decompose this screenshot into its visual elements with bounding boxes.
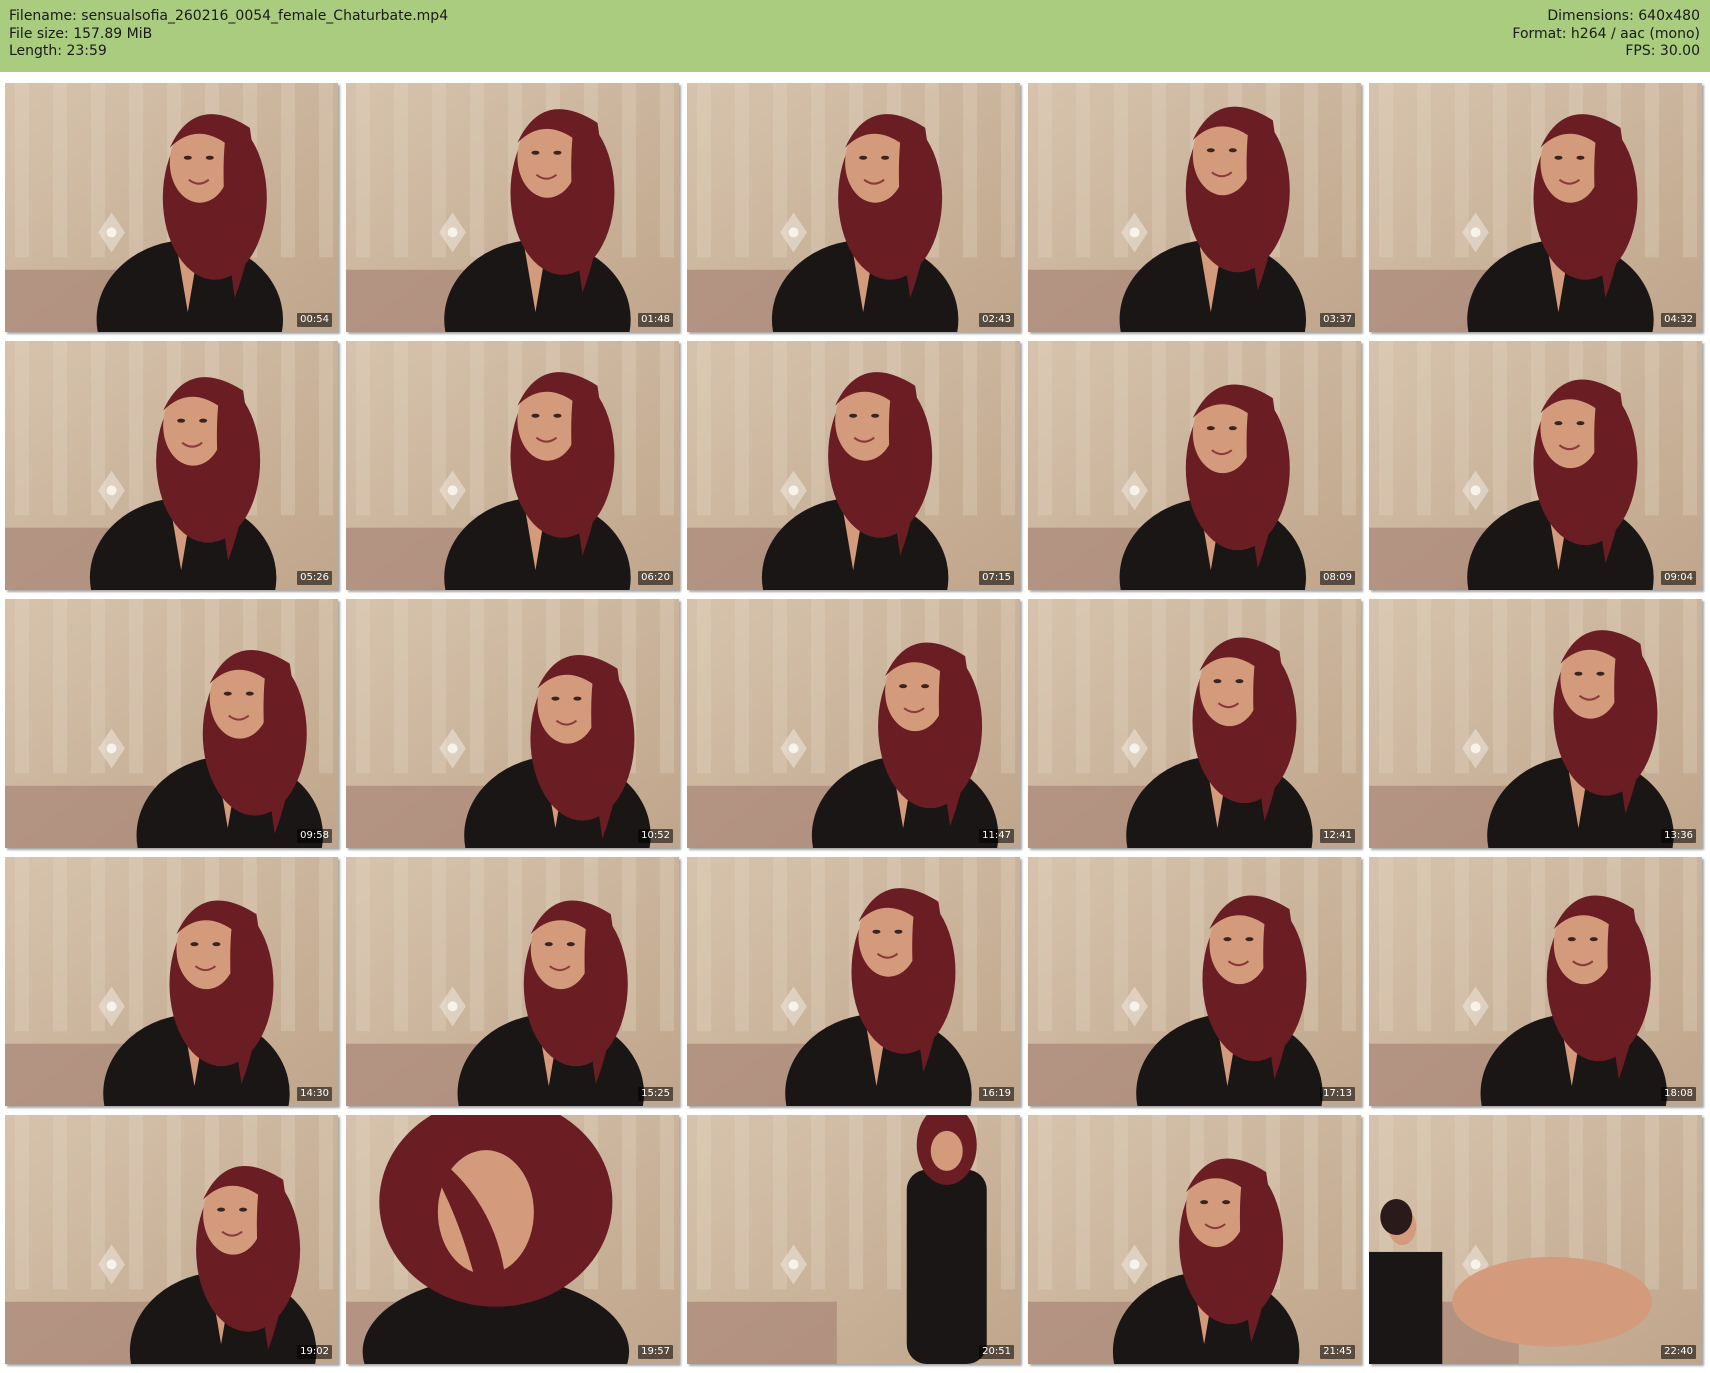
video-frame [1369,599,1702,848]
thumbnail[interactable]: 21:45 [1028,1115,1361,1364]
thumbnail[interactable]: 01:48 [346,83,679,332]
video-frame [5,83,338,332]
timestamp-label: 10:52 [638,829,673,843]
video-frame [5,599,338,848]
thumbnail-grid: 00:54 01:48 02:43 03:37 04:32 05:26 06:20 07:15… [5,83,1705,1366]
thumbnail[interactable]: 09:04 [1369,341,1702,590]
thumbnail[interactable]: 22:40 [1369,1115,1702,1364]
thumbnail[interactable]: 13:36 [1369,599,1702,848]
thumbnail[interactable]: 03:37 [1028,83,1361,332]
video-frame [1369,341,1702,590]
timestamp-label: 17:13 [1320,1087,1355,1101]
timestamp-label: 12:41 [1320,829,1355,843]
timestamp-label: 05:26 [297,571,332,585]
timestamp-label: 01:48 [638,313,673,327]
thumbnail[interactable]: 05:26 [5,341,338,590]
dimensions-text: Dimensions: 640x480 [1547,8,1700,24]
video-frame [346,83,679,332]
filesize-text: File size: 157.89 MiB [9,25,153,42]
timestamp-label: 16:19 [979,1087,1014,1101]
thumbnail[interactable]: 07:15 [687,341,1020,590]
timestamp-label: 09:04 [1661,571,1696,585]
timestamp-label: 06:20 [638,571,673,585]
timestamp-label: 07:15 [979,571,1014,585]
video-frame [346,341,679,590]
thumbnail[interactable]: 19:02 [5,1115,338,1364]
thumbnail[interactable]: 09:58 [5,599,338,848]
thumbnail[interactable]: 11:47 [687,599,1020,848]
file-info-right: Dimensions: 640x480 Format: h264 / aac (… [1512,8,1700,61]
thumbnail[interactable]: 12:41 [1028,599,1361,848]
video-frame [1028,599,1361,848]
thumbnail[interactable]: 06:20 [346,341,679,590]
video-frame [1028,1115,1361,1364]
timestamp-label: 08:09 [1320,571,1355,585]
timestamp-label: 15:25 [638,1087,673,1101]
video-frame [5,341,338,590]
format-text: Format: h264 / aac (mono) [1512,25,1700,42]
timestamp-label: 00:54 [297,313,332,327]
video-frame [1028,83,1361,332]
video-frame [687,599,1020,848]
timestamp-label: 09:58 [297,829,332,843]
timestamp-label: 11:47 [979,829,1014,843]
timestamp-label: 14:30 [297,1087,332,1101]
timestamp-label: 22:40 [1661,1345,1696,1359]
timestamp-label: 20:51 [979,1345,1014,1359]
thumbnail[interactable]: 10:52 [346,599,679,848]
thumbnail[interactable]: 16:19 [687,857,1020,1106]
info-header: Filename: sensualsofia_260216_0054_femal… [0,0,1710,72]
video-frame [687,857,1020,1106]
video-frame [1028,857,1361,1106]
video-frame [687,83,1020,332]
thumbnail[interactable]: 17:13 [1028,857,1361,1106]
thumbnail[interactable]: 18:08 [1369,857,1702,1106]
timestamp-label: 19:57 [638,1345,673,1359]
video-frame [5,1115,338,1364]
fps-text: FPS: 30.00 [1625,43,1700,59]
thumbnail[interactable]: 02:43 [687,83,1020,332]
video-frame [1369,1115,1702,1364]
timestamp-label: 21:45 [1320,1345,1355,1359]
thumbnail[interactable]: 08:09 [1028,341,1361,590]
thumbnail[interactable]: 20:51 [687,1115,1020,1364]
filename-text: Filename: sensualsofia_260216_0054_femal… [9,8,449,24]
video-frame [687,341,1020,590]
video-frame [346,857,679,1106]
video-frame [687,1115,1020,1364]
video-frame [1028,341,1361,590]
video-frame [5,857,338,1106]
timestamp-label: 18:08 [1661,1087,1696,1101]
timestamp-label: 13:36 [1661,829,1696,843]
timestamp-label: 03:37 [1320,313,1355,327]
thumbnail[interactable]: 19:57 [346,1115,679,1364]
video-frame [1369,857,1702,1106]
thumbnail[interactable]: 15:25 [346,857,679,1106]
length-text: Length: 23:59 [9,43,107,59]
thumbnail[interactable]: 04:32 [1369,83,1702,332]
thumbnail[interactable]: 14:30 [5,857,338,1106]
file-info-left: Filename: sensualsofia_260216_0054_femal… [9,8,448,61]
timestamp-label: 19:02 [297,1345,332,1359]
video-frame [346,599,679,848]
video-frame [346,1115,679,1364]
timestamp-label: 02:43 [979,313,1014,327]
video-frame [1369,83,1702,332]
thumbnail[interactable]: 00:54 [5,83,338,332]
timestamp-label: 04:32 [1661,313,1696,327]
